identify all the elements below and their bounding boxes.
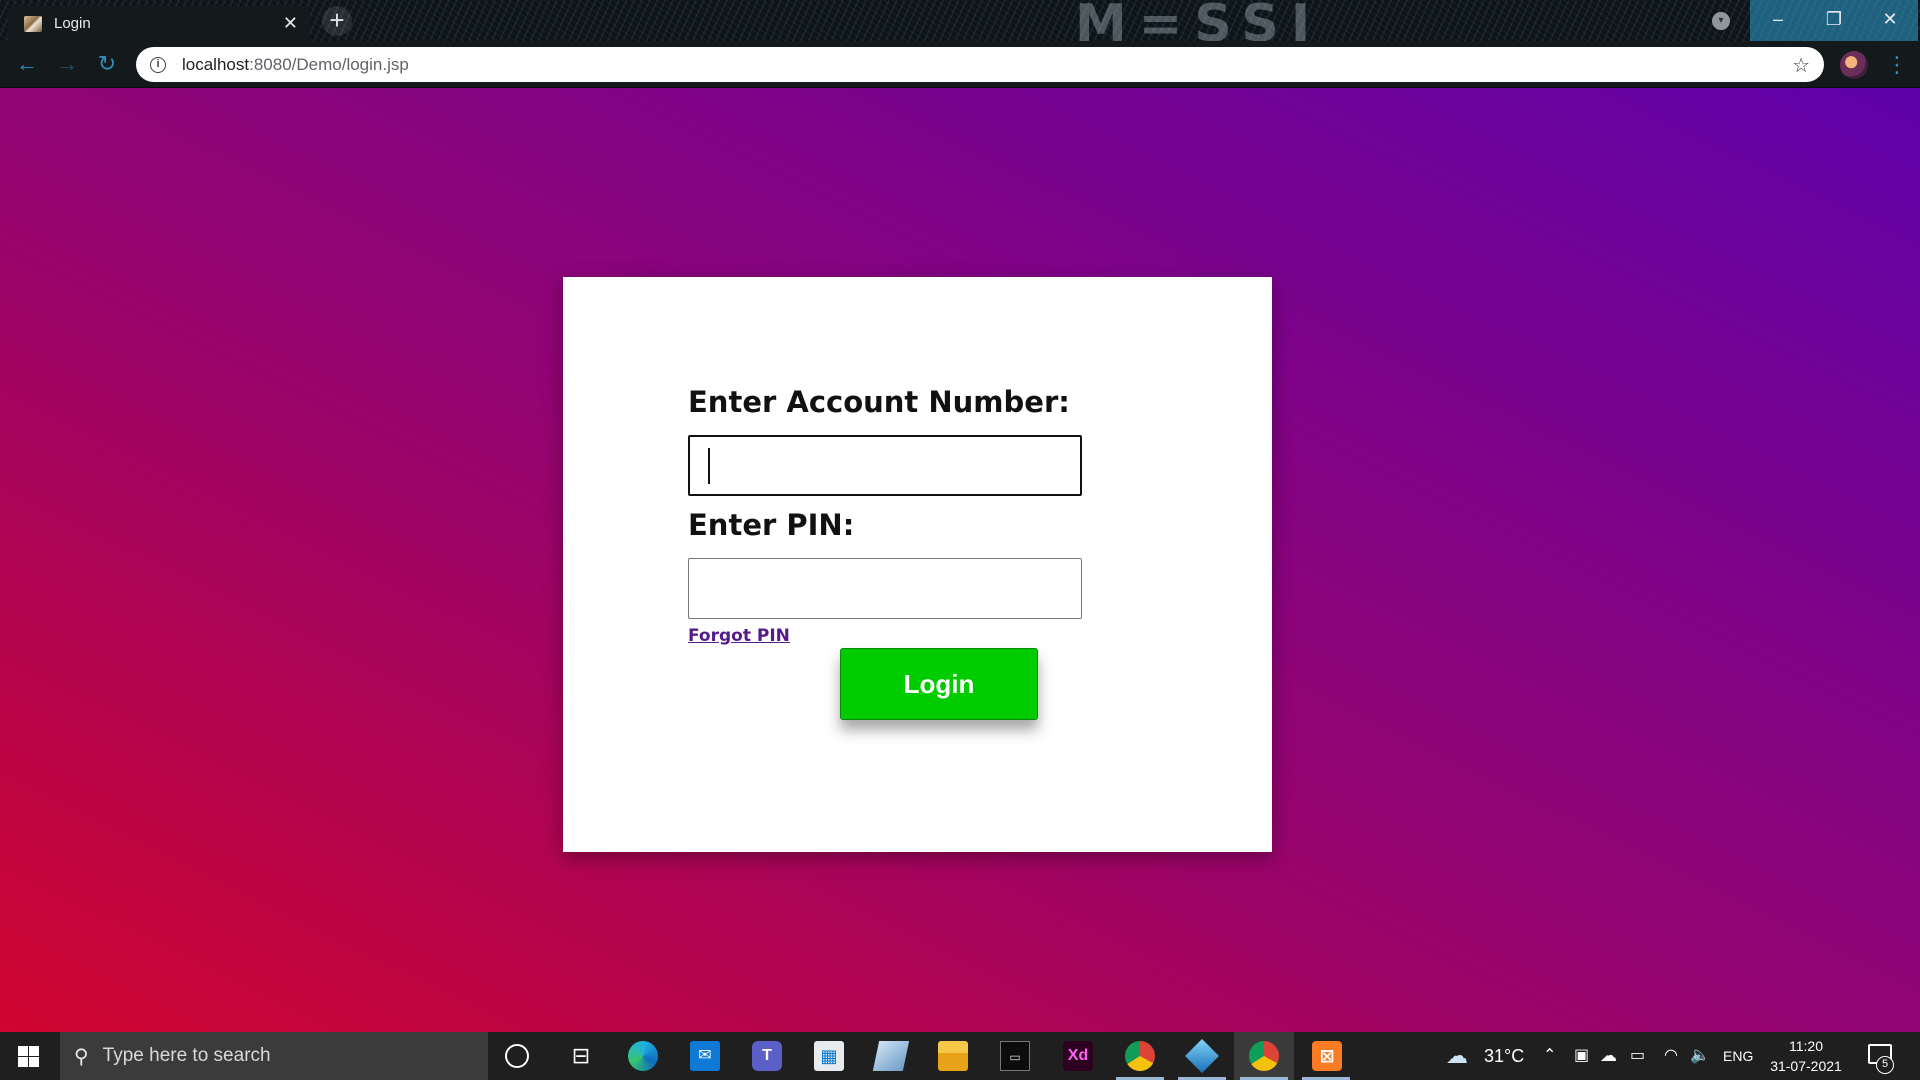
system-clock[interactable]: 11:20 31-07-2021 [1766,1036,1846,1076]
edge-icon[interactable] [628,1041,658,1071]
close-window-button[interactable]: ✕ [1862,0,1918,41]
url-host: localhost [182,54,250,74]
tab-login[interactable]: Login ✕ [8,6,310,41]
maximize-button[interactable]: ❐ [1806,0,1862,41]
chrome-icon[interactable] [1125,1041,1155,1071]
url-path: :8080/Demo/login.jsp [249,54,409,74]
page-background: Enter Account Number: Enter PIN: Forgot … [0,88,1920,1032]
account-number-label: Enter Account Number: [688,385,1070,419]
language-indicator[interactable]: ENG [1723,1032,1753,1080]
text-caret [708,448,710,484]
new-tab-button[interactable]: + [322,6,352,36]
tab-search-icon[interactable]: ▾ [1712,12,1730,30]
bookmark-star-icon[interactable]: ☆ [1792,53,1810,78]
chevron-up-icon[interactable]: ⌃ [1543,1032,1556,1080]
clock-date: 31-07-2021 [1770,1058,1842,1074]
browser-toolbar: ← → ↻ i localhost :8080/Demo/login.jsp ☆… [0,41,1920,88]
virtualbox-icon[interactable] [1185,1039,1219,1073]
back-icon[interactable]: ← [12,49,42,79]
login-button[interactable]: Login [840,648,1038,720]
browser-titlebar: M=SSI Login ✕ + ▾ – ❐ ✕ [0,0,1920,54]
minimize-button[interactable]: – [1750,0,1806,41]
profile-avatar[interactable] [1840,51,1868,79]
store-icon[interactable]: ▦ [814,1041,844,1071]
address-bar[interactable]: i localhost :8080/Demo/login.jsp ☆ [136,47,1824,82]
wifi-icon[interactable]: ◠ [1664,1032,1678,1080]
weather-temperature[interactable]: 31°C [1484,1032,1524,1080]
file-explorer-icon[interactable] [938,1041,968,1071]
terminal-icon[interactable]: ▭ [1000,1041,1030,1071]
notification-count-badge: 5 [1876,1056,1894,1074]
clock-time: 11:20 [1789,1038,1823,1054]
browser-menu-icon[interactable]: ⋮ [1886,51,1908,79]
cortana-icon[interactable] [505,1044,529,1068]
search-icon: ⚲ [74,1045,89,1068]
notes-app-icon[interactable] [872,1041,910,1071]
teams-icon[interactable]: T [752,1041,782,1071]
mail-icon[interactable]: ✉ [690,1041,720,1071]
adobe-xd-icon[interactable]: Xd [1063,1041,1093,1071]
reload-icon[interactable]: ↻ [92,49,122,79]
search-placeholder: Type here to search [102,1045,271,1066]
pin-input[interactable] [688,558,1082,619]
task-view-icon[interactable]: ⊟ [566,1041,596,1071]
login-card: Enter Account Number: Enter PIN: Forgot … [563,277,1272,852]
taskbar: ⚲ Type here to search ⊟ ✉ T ▦ ▭ Xd ⊠ ☁ 3… [0,1032,1920,1080]
weather-cloud-icon[interactable]: ☁ [1446,1032,1468,1080]
forward-icon[interactable]: → [52,49,82,79]
volume-icon[interactable]: 🔈 [1690,1032,1710,1080]
chrome-profile-icon[interactable] [1249,1041,1279,1071]
battery-icon[interactable]: ▭ [1630,1032,1645,1080]
close-tab-icon[interactable]: ✕ [283,13,298,34]
pin-label: Enter PIN: [688,508,855,542]
onedrive-icon[interactable]: ☁ [1600,1032,1617,1080]
favicon-icon [24,15,42,32]
windows-start-icon[interactable] [18,1046,39,1067]
forgot-pin-link[interactable]: Forgot PIN [688,626,790,646]
meet-now-icon[interactable]: ▣ [1574,1032,1589,1080]
tab-title: Login [54,15,91,32]
xampp-icon[interactable]: ⊠ [1312,1041,1342,1071]
account-number-input[interactable] [688,435,1082,496]
site-info-icon[interactable]: i [150,56,166,73]
taskbar-search-box[interactable]: ⚲ Type here to search [60,1032,488,1080]
